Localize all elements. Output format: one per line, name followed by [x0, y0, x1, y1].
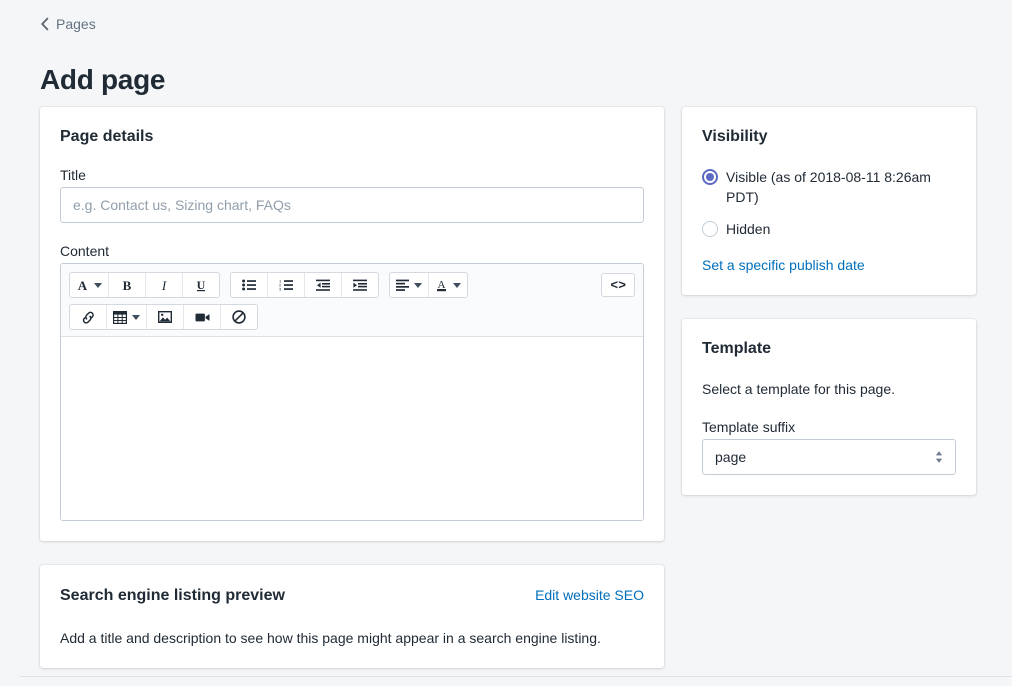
primary-column: Page details Title Content	[40, 107, 664, 668]
align-left-icon	[396, 279, 409, 291]
visibility-option-visible-label: Visible (as of 2018-08-11 8:26am PDT)	[726, 167, 956, 207]
italic-icon: I	[158, 279, 170, 292]
outdent-button[interactable]	[305, 273, 342, 297]
text-format-group: A B	[69, 272, 220, 298]
bulleted-list-icon	[242, 279, 256, 291]
breadcrumb[interactable]: Pages	[40, 15, 96, 33]
text-color-button[interactable]: A	[429, 273, 467, 297]
page-title: Add page	[40, 63, 165, 97]
bold-icon: B	[121, 279, 133, 292]
insert-link-button[interactable]	[70, 305, 107, 329]
page-details-card: Page details Title Content	[40, 107, 664, 541]
italic-button[interactable]: I	[146, 273, 183, 297]
outdent-icon	[316, 279, 330, 291]
template-suffix-select-wrap: page	[702, 439, 956, 475]
svg-text:3: 3	[279, 286, 282, 291]
chevron-down-icon	[453, 283, 461, 288]
content-field-group: Content A	[60, 243, 644, 521]
editor-toolbar-row-2	[69, 304, 635, 330]
template-section: Template Select a template for this page…	[682, 319, 976, 495]
visibility-option-hidden-label: Hidden	[726, 219, 770, 239]
seo-preview-card: Search engine listing preview Edit websi…	[40, 565, 664, 668]
breadcrumb-label: Pages	[56, 15, 96, 33]
chevron-left-icon	[40, 17, 50, 31]
list-indent-group: 1 2 3	[230, 272, 379, 298]
align-color-group: A	[389, 272, 468, 298]
insert-video-button[interactable]	[184, 305, 221, 329]
bulleted-list-button[interactable]	[231, 273, 268, 297]
font-A-icon: A	[76, 279, 89, 292]
font-family-button[interactable]: A	[70, 273, 109, 297]
svg-text:A: A	[78, 279, 88, 292]
seo-preview-empty-text: Add a title and description to see how t…	[60, 628, 644, 648]
rich-text-editor: A B	[60, 263, 644, 521]
radio-hidden[interactable]	[702, 221, 718, 237]
chevron-down-icon	[414, 283, 422, 288]
content-field-label: Content	[60, 243, 644, 259]
radio-visible[interactable]	[702, 169, 718, 185]
set-publish-date-link[interactable]: Set a specific publish date	[702, 255, 865, 275]
template-card: Template Select a template for this page…	[682, 319, 976, 495]
seo-preview-section: Search engine listing preview Edit websi…	[40, 565, 664, 668]
chevron-down-icon	[132, 315, 140, 320]
code-view-button[interactable]: <>	[601, 273, 635, 297]
template-suffix-select[interactable]: page	[702, 439, 956, 475]
indent-icon	[353, 279, 367, 291]
seo-preview-header: Search engine listing preview Edit websi…	[60, 585, 644, 606]
footer-divider	[20, 676, 1012, 677]
visibility-card: Visibility Visible (as of 2018-08-11 8:2…	[682, 107, 976, 295]
visibility-heading: Visibility	[702, 127, 956, 147]
numbered-list-button[interactable]: 1 2 3	[268, 273, 305, 297]
numbered-list-icon: 1 2 3	[279, 279, 293, 291]
align-button[interactable]	[390, 273, 429, 297]
template-help-text: Select a template for this page.	[702, 379, 956, 399]
visibility-option-visible[interactable]: Visible (as of 2018-08-11 8:26am PDT)	[702, 167, 956, 207]
insert-group	[69, 304, 258, 330]
content-editor-body[interactable]	[61, 337, 643, 520]
table-icon	[113, 311, 127, 324]
editor-toolbar: A B	[61, 264, 643, 337]
indent-button[interactable]	[342, 273, 378, 297]
title-field-group: Title	[60, 167, 644, 223]
editor-toolbar-row-1: A B	[69, 272, 635, 298]
seo-preview-heading: Search engine listing preview	[60, 586, 285, 606]
title-field-label: Title	[60, 167, 644, 183]
bold-button[interactable]: B	[109, 273, 146, 297]
video-camera-icon	[195, 312, 210, 323]
svg-text:I: I	[161, 279, 167, 292]
insert-image-button[interactable]	[147, 305, 184, 329]
underline-button[interactable]: U	[183, 273, 219, 297]
title-input[interactable]	[60, 187, 644, 223]
editor-toolbar-row-1-groups: A B	[69, 272, 468, 298]
secondary-column: Visibility Visible (as of 2018-08-11 8:2…	[682, 107, 976, 495]
page-details-section: Page details Title Content	[40, 107, 664, 541]
image-icon	[158, 311, 172, 323]
insert-table-button[interactable]	[107, 305, 147, 329]
edit-website-seo-link[interactable]: Edit website SEO	[535, 585, 644, 605]
text-color-A-icon: A	[435, 278, 448, 292]
visibility-option-hidden[interactable]: Hidden	[702, 219, 956, 239]
chevron-down-icon	[94, 283, 102, 288]
clear-formatting-icon	[232, 310, 246, 324]
visibility-section: Visibility Visible (as of 2018-08-11 8:2…	[682, 107, 976, 295]
template-heading: Template	[702, 339, 956, 359]
template-suffix-label: Template suffix	[702, 419, 956, 435]
page-details-heading: Page details	[60, 127, 644, 147]
underline-icon: U	[195, 279, 207, 292]
svg-text:B: B	[123, 279, 132, 292]
link-icon	[81, 311, 96, 324]
clear-formatting-button[interactable]	[221, 305, 257, 329]
